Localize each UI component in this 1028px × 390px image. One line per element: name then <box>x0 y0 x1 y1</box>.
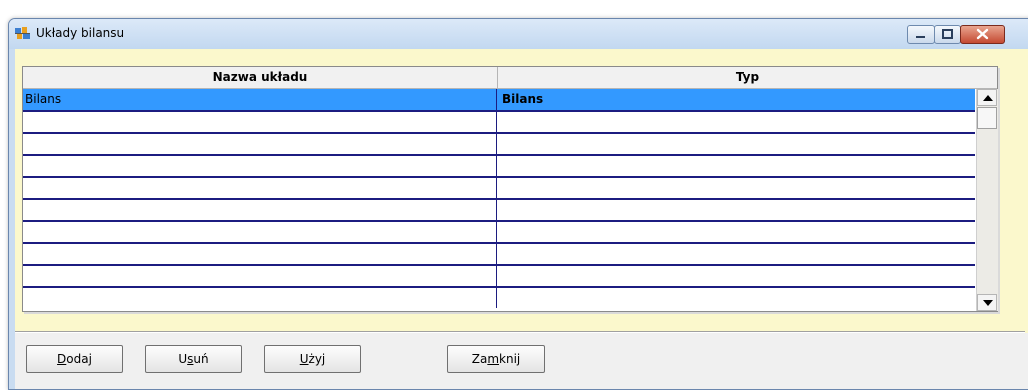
cell-type[interactable] <box>498 265 975 286</box>
scroll-thumb[interactable] <box>977 107 997 129</box>
arrow-down-icon <box>983 300 993 306</box>
app-icon <box>14 25 32 41</box>
cell-type[interactable] <box>498 243 975 264</box>
cell-type[interactable] <box>498 155 975 176</box>
button-bar: Dodaj Usuń Użyj Zamknij <box>15 333 1028 389</box>
cell-name[interactable] <box>23 243 497 264</box>
window: Układy bilansu Nazwa układu Typ Bilans B… <box>8 18 1028 390</box>
table-row[interactable] <box>23 243 975 266</box>
close-dialog-button-accelerator: m <box>487 352 500 366</box>
table-row[interactable] <box>23 111 975 134</box>
table-row[interactable] <box>23 133 975 156</box>
cell-type[interactable]: Bilans <box>498 89 975 110</box>
table-row[interactable] <box>23 287 975 308</box>
window-title: Układy bilansu <box>36 26 125 40</box>
close-dialog-button-label-post: knij <box>499 352 521 366</box>
table-row[interactable]: Bilans Bilans <box>23 89 975 112</box>
cell-name[interactable] <box>23 287 497 308</box>
cell-name[interactable] <box>23 177 497 198</box>
delete-button-label-pre: U <box>178 352 188 366</box>
table-row[interactable] <box>23 265 975 288</box>
client-area: Nazwa układu Typ Bilans Bilans Dodaj Usu… <box>15 49 1028 389</box>
table-row[interactable] <box>23 155 975 178</box>
add-button-label-post: odaj <box>66 352 92 366</box>
cell-type[interactable] <box>498 177 975 198</box>
delete-button[interactable]: Usuń <box>145 345 242 373</box>
maximize-button[interactable] <box>934 25 961 44</box>
cell-type[interactable] <box>498 133 975 154</box>
cell-name[interactable] <box>23 111 497 132</box>
close-dialog-button-label-pre: Za <box>471 352 488 366</box>
table-row[interactable] <box>23 221 975 244</box>
cell-type[interactable] <box>498 199 975 220</box>
use-button-accelerator: U <box>299 352 309 366</box>
column-header-name[interactable]: Nazwa układu <box>23 67 498 88</box>
vertical-scrollbar[interactable] <box>976 89 998 311</box>
close-dialog-button[interactable]: Zamknij <box>447 345 545 373</box>
cell-name[interactable] <box>23 265 497 286</box>
table-row[interactable] <box>23 199 975 222</box>
minimize-button[interactable] <box>907 25 935 44</box>
use-button-label-post: żyj <box>308 352 326 366</box>
grid-rows: Bilans Bilans <box>23 89 975 311</box>
cell-name[interactable] <box>23 155 497 176</box>
delete-button-label-post: uń <box>193 352 209 366</box>
add-button[interactable]: Dodaj <box>26 345 123 373</box>
arrow-up-icon <box>983 95 993 101</box>
table-row[interactable] <box>23 177 975 200</box>
maximize-icon <box>942 29 953 39</box>
use-button[interactable]: Użyj <box>264 345 361 373</box>
close-icon <box>976 28 989 40</box>
cell-name[interactable] <box>23 221 497 242</box>
minimize-icon <box>916 36 925 38</box>
column-header-type[interactable]: Typ <box>498 67 997 88</box>
cell-type[interactable] <box>498 111 975 132</box>
scroll-down-button[interactable] <box>977 294 997 311</box>
scroll-up-button[interactable] <box>977 89 997 106</box>
cell-name[interactable]: Bilans <box>23 89 497 110</box>
cell-name[interactable] <box>23 133 497 154</box>
layouts-grid: Nazwa układu Typ Bilans Bilans <box>22 66 998 312</box>
title-bar[interactable]: Układy bilansu <box>9 19 1028 49</box>
close-button[interactable] <box>960 25 1005 44</box>
cell-type[interactable] <box>498 287 975 308</box>
cell-type[interactable] <box>498 221 975 242</box>
cell-name[interactable] <box>23 199 497 220</box>
add-button-accelerator: D <box>57 352 67 366</box>
grid-header: Nazwa układu Typ <box>23 67 997 89</box>
